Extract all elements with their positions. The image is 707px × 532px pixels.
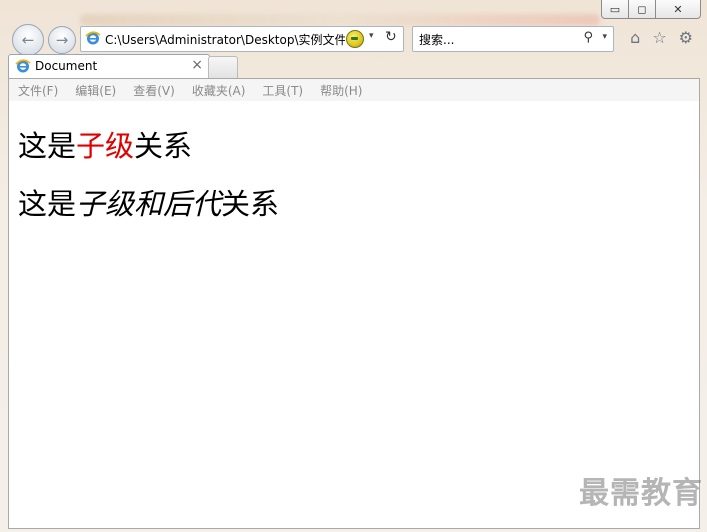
search-input[interactable]: 搜索... ⚲ ▾ <box>412 26 614 52</box>
ie-logo-icon <box>85 31 101 45</box>
browser-window: ▭ ◻ ✕ ← → C:\Users\Administrator\Desktop… <box>0 0 707 532</box>
new-tab-button[interactable] <box>208 56 238 78</box>
content-line-1: 这是子级关系 <box>18 123 192 165</box>
forward-arrow-icon: → <box>55 31 69 49</box>
address-dropdown-icon[interactable]: ▾ <box>369 31 374 41</box>
line1-highlight: 子级 <box>76 129 135 163</box>
favorites-star-icon[interactable]: ☆ <box>652 28 666 47</box>
close-button[interactable]: ✕ <box>656 0 701 19</box>
line1-suffix: 关系 <box>134 129 193 163</box>
menu-item-tools[interactable]: 工具(T) <box>253 82 311 99</box>
content-line-2: 这是子级和后代关系 <box>18 181 279 223</box>
menu-item-edit[interactable]: 编辑(E) <box>66 82 124 99</box>
tab-close-icon[interactable]: × <box>191 57 203 73</box>
address-text[interactable]: C:\Users\Administrator\Desktop\实例文件 <box>105 31 345 48</box>
home-icon[interactable]: ⌂ <box>630 28 640 47</box>
back-button[interactable]: ← <box>12 24 44 56</box>
menu-bar: 文件(F) 编辑(E) 查看(V) 收藏夹(A) 工具(T) 帮助(H) <box>8 78 700 102</box>
maximize-button[interactable]: ◻ <box>629 0 656 19</box>
menu-item-view[interactable]: 查看(V) <box>124 82 183 99</box>
line2-prefix: 这是 <box>18 187 77 221</box>
window-controls: ▭ ◻ ✕ <box>601 0 701 20</box>
line2-suffix: 关系 <box>221 187 280 221</box>
toolbar-icons: ⌂ ☆ ⚙ <box>630 28 693 47</box>
forward-button[interactable]: → <box>48 26 76 54</box>
back-arrow-icon: ← <box>21 31 35 49</box>
line1-prefix: 这是 <box>18 129 77 163</box>
compatibility-view-icon[interactable] <box>346 30 364 48</box>
tab-title: Document <box>35 59 98 73</box>
search-placeholder: 搜索... <box>419 33 455 47</box>
search-icon[interactable]: ⚲ <box>583 30 593 45</box>
page-viewport: 这是子级关系 这是子级和后代关系 <box>8 101 700 529</box>
menu-item-favorites[interactable]: 收藏夹(A) <box>183 82 254 99</box>
tools-gear-icon[interactable]: ⚙ <box>679 28 693 47</box>
line2-italic: 子级和后代 <box>76 187 222 221</box>
navigation-bar: ← → C:\Users\Administrator\Desktop\实例文件 … <box>0 22 707 56</box>
address-bar[interactable]: C:\Users\Administrator\Desktop\实例文件 ▾ ↻ <box>80 26 404 52</box>
tab-document[interactable]: Document × <box>8 54 210 78</box>
menu-item-file[interactable]: 文件(F) <box>9 82 66 99</box>
ie-logo-icon <box>15 59 31 73</box>
menu-item-help[interactable]: 帮助(H) <box>311 82 370 99</box>
watermark-logo: 最需教育 <box>579 476 703 511</box>
tab-strip: Document × <box>0 54 707 78</box>
refresh-icon[interactable]: ↻ <box>385 29 397 45</box>
minimize-button[interactable]: ▭ <box>601 0 629 19</box>
search-dropdown-icon[interactable]: ▾ <box>602 32 607 42</box>
